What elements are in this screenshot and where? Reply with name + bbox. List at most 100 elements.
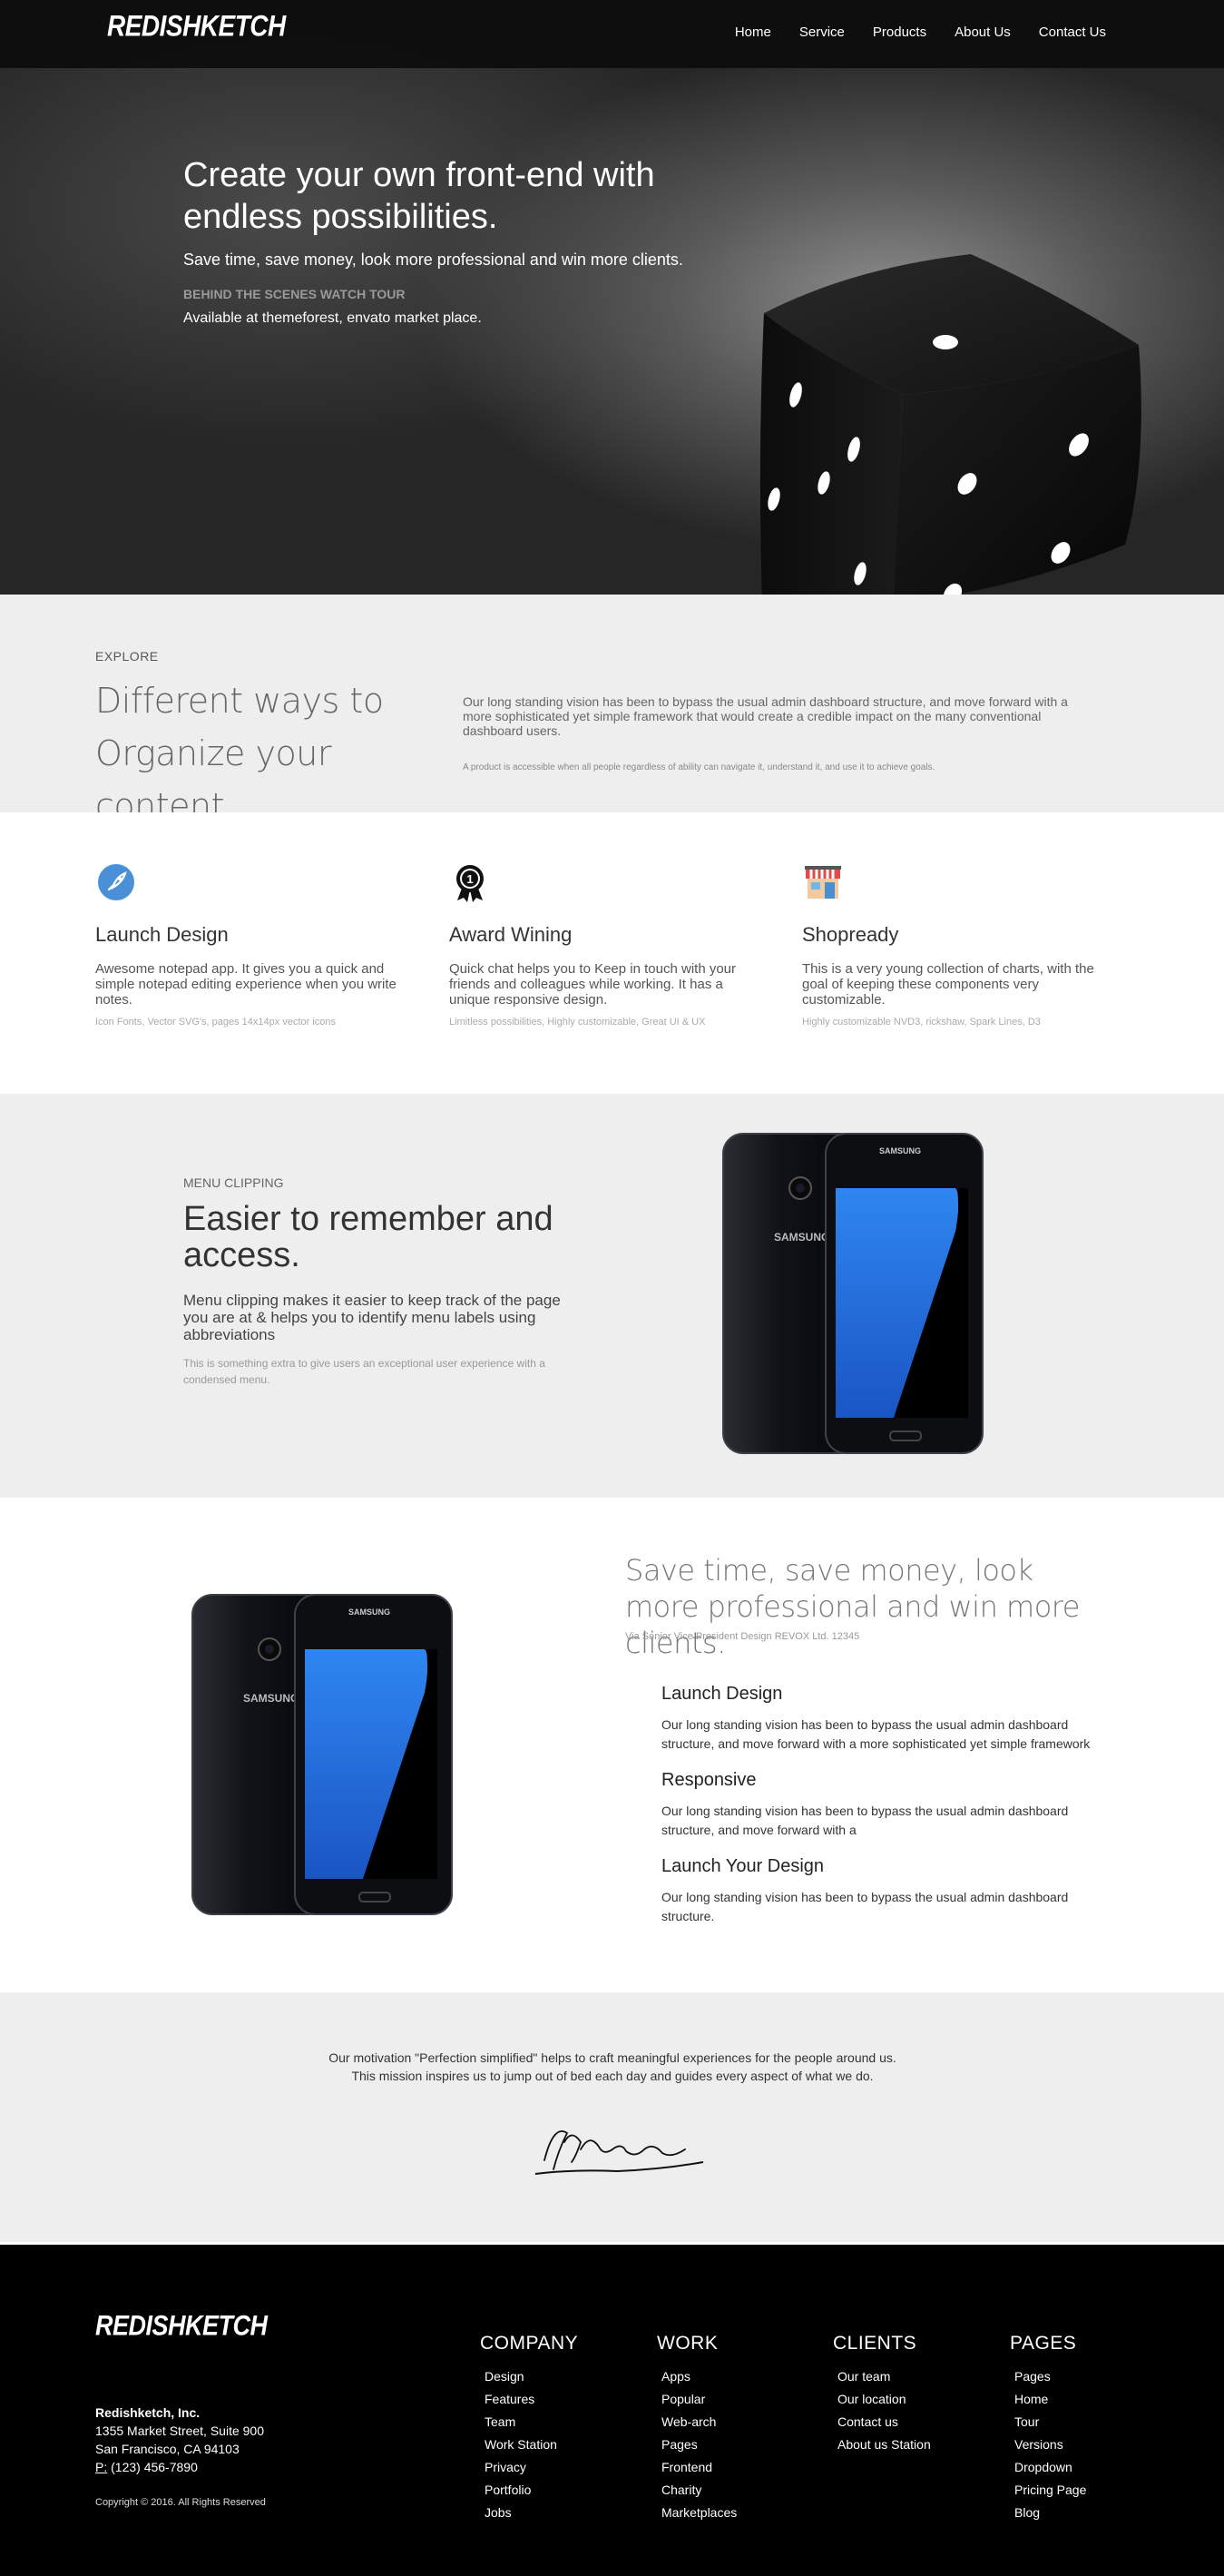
feature-title: Launch Design [95, 923, 229, 946]
feature-text: Quick chat helps you to Keep in touch wi… [449, 961, 737, 1008]
nav-service-link[interactable]: Service [799, 25, 845, 40]
hero-section: Create your own front-end with endless p… [0, 0, 1224, 595]
address-line: 1355 Market Street, Suite 900 [95, 2424, 264, 2438]
phone-brand-text: SAMSUNG [774, 1231, 829, 1244]
footer-link[interactable]: Home [1014, 2388, 1173, 2411]
footer-logo[interactable]: REDISHKETCH [95, 2310, 268, 2343]
feature-subtext: Highly customizable NVD3, rickshaw, Spar… [802, 1017, 1041, 1027]
address-line: San Francisco, CA 94103 [95, 2442, 240, 2456]
hero-availability: Available at themeforest, envato market … [183, 310, 482, 326]
nav-about-link[interactable]: About Us [955, 25, 1011, 40]
hero-subtitle: Save time, save money, look more profess… [183, 251, 683, 269]
brand-logo[interactable]: REDISHKETCH [107, 10, 286, 44]
explore-note: A product is accessible when all people … [463, 762, 935, 772]
explore-section: EXPLORE Different ways to Organize your … [0, 595, 1224, 826]
footer-link[interactable]: Pages [1014, 2365, 1173, 2388]
footer-link[interactable]: Portfolio [485, 2479, 643, 2502]
phone-line: P: (123) 456-7890 [95, 2458, 264, 2476]
feature-title: Shopready [802, 923, 899, 946]
features-section: Launch Design Awesome notepad app. It gi… [0, 812, 1224, 1094]
explore-text: Our long standing vision has been to byp… [463, 694, 1068, 738]
motivation-section: Our motivation "Perfection simplified" h… [0, 1992, 1224, 2242]
phone-brand-text: SAMSUNG [348, 1608, 390, 1617]
footer-column-clients: CLIENTS Our team Our location Contact us… [833, 2333, 996, 2456]
footer-address: Redishketch, Inc. 1355 Market Street, Su… [95, 2404, 264, 2476]
save-item-text: Our long standing vision has been to byp… [661, 1804, 1069, 1837]
footer-column-work: WORK Apps Popular Web-arch Pages Fronten… [657, 2333, 820, 2524]
footer-link[interactable]: Jobs [485, 2502, 643, 2524]
footer-link[interactable]: Pages [661, 2433, 820, 2456]
list-item: Launch Design Our long standing vision h… [661, 1684, 1124, 1754]
feature-title: Award Wining [449, 923, 573, 946]
footer-link[interactable]: Web-arch [661, 2411, 820, 2433]
clip-label: MENU CLIPPING [183, 1175, 284, 1190]
smartphone-image: SAMSUNG SAMSUNG [722, 1133, 984, 1454]
hero-title: Create your own front-end with endless p… [183, 156, 655, 236]
smartphone-image: SAMSUNG SAMSUNG [191, 1594, 453, 1915]
footer-link[interactable]: Privacy [485, 2456, 643, 2479]
footer-link[interactable]: Work Station [485, 2433, 643, 2456]
save-item-title: Launch Your Design [661, 1856, 825, 1876]
menu-clipping-section: MENU CLIPPING Easier to remember and acc… [0, 1094, 1224, 1498]
footer-link[interactable]: Marketplaces [661, 2502, 820, 2524]
motivation-text: Our motivation "Perfection simplified" h… [328, 2050, 896, 2083]
shop-icon [805, 866, 841, 899]
save-item-list: Launch Design Our long standing vision h… [661, 1684, 1124, 1942]
phone-brand-text: SAMSUNG [879, 1146, 921, 1155]
save-item-text: Our long standing vision has been to byp… [661, 1890, 1069, 1923]
footer-link[interactable]: Contact us [837, 2411, 996, 2433]
footer-link[interactable]: Apps [661, 2365, 820, 2388]
footer-column-company: COMPANY Design Features Team Work Statio… [480, 2333, 643, 2524]
footer-link[interactable]: About us Station [837, 2433, 996, 2456]
footer-link[interactable]: Dropdown [1014, 2456, 1173, 2479]
footer-column-title: WORK [657, 2333, 719, 2354]
nav-contact-link[interactable]: Contact Us [1039, 25, 1106, 40]
feature-text: This is a very young collection of chart… [802, 961, 1094, 1008]
feature-card: Launch Design Awesome notepad app. It gi… [95, 862, 404, 1027]
top-navbar: REDISHKETCH Home Service Products About … [0, 0, 1224, 68]
footer-link[interactable]: Charity [661, 2479, 820, 2502]
save-item-text: Our long standing vision has been to byp… [661, 1717, 1091, 1751]
phone-number: (123) 456-7890 [107, 2460, 198, 2474]
footer-link[interactable]: Frontend [661, 2456, 820, 2479]
feature-text: Awesome notepad app. It gives you a quic… [95, 961, 397, 1008]
nav-home-link[interactable]: Home [735, 25, 771, 40]
main-menu: Home Service Products About Us Contact U… [707, 25, 1106, 40]
footer-column-title: PAGES [1010, 2333, 1077, 2354]
clip-title: Easier to remember and access. [183, 1200, 553, 1274]
footer-link[interactable]: Features [485, 2388, 643, 2411]
feature-card: Shopready This is a very young collectio… [802, 862, 1111, 1027]
save-time-section: SAMSUNG SAMSUNG Save time, save money, l… [0, 1498, 1224, 1992]
watch-tour-link[interactable]: BEHIND THE SCENES WATCH TOUR [183, 287, 406, 301]
list-item: Responsive Our long standing vision has … [661, 1770, 1124, 1840]
save-item-title: Launch Design [661, 1684, 783, 1704]
save-item-title: Responsive [661, 1770, 757, 1790]
save-title: Save time, save money, look more profess… [625, 1553, 1080, 1660]
footer-link[interactable]: Tour [1014, 2411, 1173, 2433]
footer-column-title: COMPANY [480, 2333, 579, 2354]
site-footer: REDISHKETCH Redishketch, Inc. 1355 Marke… [0, 2245, 1224, 2576]
clip-text: Menu clipping makes it easier to keep tr… [183, 1292, 561, 1343]
rocket-icon [98, 864, 134, 900]
footer-link[interactable]: Versions [1014, 2433, 1173, 2456]
footer-link[interactable]: Team [485, 2411, 643, 2433]
feature-subtext: Limitless possibilities, Highly customiz… [449, 1017, 706, 1027]
copyright-text: Copyright © 2016. All Rights Reserved [95, 2497, 266, 2508]
explore-title: Different ways to Organize your content [95, 681, 384, 826]
clip-note: This is something extra to give users an… [183, 1357, 545, 1386]
footer-link[interactable]: Our team [837, 2365, 996, 2388]
feature-card: 1 Award Wining Quick chat helps you to K… [449, 862, 758, 1027]
nav-products-link[interactable]: Products [873, 25, 926, 40]
signature-image [534, 2130, 704, 2175]
footer-link[interactable]: Design [485, 2365, 643, 2388]
footer-link[interactable]: Pricing Page [1014, 2479, 1173, 2502]
svg-text:1: 1 [466, 872, 473, 886]
explore-label: EXPLORE [95, 649, 159, 664]
footer-link[interactable]: Popular [661, 2388, 820, 2411]
footer-link[interactable]: Blog [1014, 2502, 1173, 2524]
dice-image [759, 254, 1141, 595]
feature-subtext: Icon Fonts, Vector SVG's, pages 14x14px … [95, 1017, 337, 1027]
phone-brand-text: SAMSUNG [243, 1692, 299, 1705]
footer-link[interactable]: Our location [837, 2388, 996, 2411]
save-attribution: Via Senior Vice President Design REVOX L… [625, 1631, 860, 1642]
